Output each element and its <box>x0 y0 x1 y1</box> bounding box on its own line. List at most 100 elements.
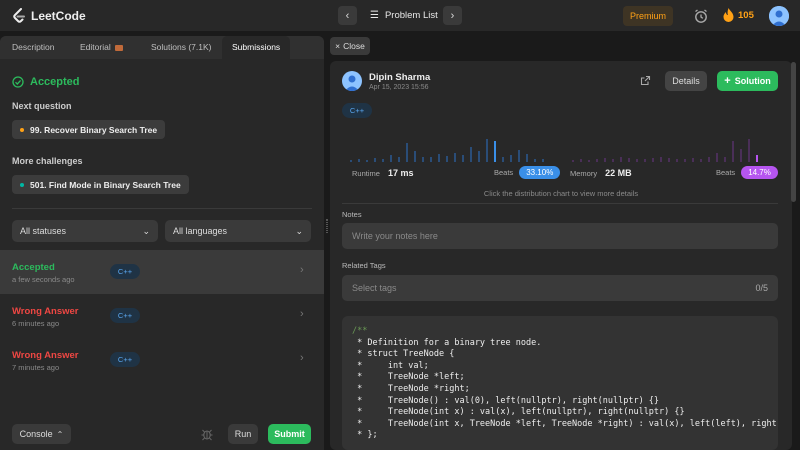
next-question-button[interactable]: 99. Recover Binary Search Tree <box>12 120 166 139</box>
streak-count: 105 <box>738 9 754 21</box>
check-circle-icon <box>12 76 24 88</box>
memory-beats-badge: 14.7% <box>741 166 778 179</box>
status-filter-dropdown[interactable]: All statuses ⌄ <box>12 220 158 242</box>
user-avatar[interactable] <box>769 6 789 26</box>
accepted-label: Accepted <box>30 76 80 88</box>
distribution-chart[interactable] <box>350 127 770 163</box>
chevron-down-icon: ⌄ <box>295 225 303 236</box>
post-solution-button[interactable]: + Solution <box>717 71 778 91</box>
tags-input[interactable]: Select tags 0/5 <box>342 275 778 301</box>
difficulty-dot <box>20 182 24 187</box>
runtime-value: 17 ms <box>387 168 414 178</box>
runtime-beats: Beats 33.10% <box>494 166 561 179</box>
divider <box>12 208 312 209</box>
more-challenge-title: 501. Find Mode in Binary Search Tree <box>30 179 181 190</box>
drag-handle-icon <box>326 219 328 233</box>
tags-count: 0/5 <box>755 283 768 293</box>
more-challenges-heading: More challenges <box>12 156 83 166</box>
alarm-clock-icon[interactable] <box>693 8 709 24</box>
more-challenge-button[interactable]: 501. Find Mode in Binary Search Tree <box>12 175 189 194</box>
video-icon <box>114 44 123 51</box>
memory-label: Memory <box>570 169 598 178</box>
notes-input[interactable]: Write your notes here <box>342 223 778 249</box>
logo[interactable]: LeetCode <box>12 8 86 24</box>
tab-description[interactable]: Description <box>12 36 55 59</box>
code-line: * }; <box>352 430 378 441</box>
language-filter-value: All languages <box>173 226 228 236</box>
chevron-up-icon: ⌃ <box>56 429 64 439</box>
submission-time: 6 minutes ago <box>12 319 60 328</box>
memory-beats-label: Beats <box>716 168 736 177</box>
code-line: * TreeNode() : val(0), left(nullptr), ri… <box>352 395 660 406</box>
code-line: * TreeNode(int x) : val(x), left(nullptr… <box>352 407 685 418</box>
memory-value: 22 MB <box>605 168 632 178</box>
difficulty-dot <box>20 127 24 132</box>
accepted-status: Accepted <box>12 76 80 88</box>
submission-status: Accepted <box>12 262 55 273</box>
detail-tab-bar: × Close <box>330 36 800 57</box>
submission-date: Apr 15, 2023 15:56 <box>369 84 429 91</box>
memory-distribution-bars <box>572 139 758 162</box>
scrollbar[interactable] <box>791 62 796 202</box>
runtime-distribution-bars <box>350 139 544 162</box>
close-label: Close <box>343 41 365 51</box>
code-line: * TreeNode(int x, TreeNode *left, TreeNo… <box>352 418 778 429</box>
chevron-left-icon: ‹ <box>345 9 350 22</box>
next-question-heading: Next question <box>12 101 72 111</box>
premium-button[interactable]: Premium <box>623 6 673 26</box>
code-viewer[interactable]: /** * Definition for a binary tree node.… <box>342 316 778 450</box>
fire-icon <box>723 8 734 22</box>
language-badge: C++ <box>110 308 140 323</box>
debug-icon[interactable] <box>200 427 214 441</box>
share-icon[interactable] <box>640 75 651 86</box>
console-button[interactable]: Console ⌃ <box>12 424 71 444</box>
submit-button[interactable]: Submit <box>268 424 311 444</box>
chevron-right-icon: › <box>450 9 455 22</box>
language-filter-dropdown[interactable]: All languages ⌄ <box>165 220 311 242</box>
chevron-right-icon: › <box>300 308 304 320</box>
runtime-stat: Runtime 17 ms <box>352 168 413 178</box>
submission-status: Wrong Answer <box>12 350 79 361</box>
memory-beats: Beats 14.7% <box>716 166 778 179</box>
left-panel: Description Editorial Solutions (7.1K) S… <box>0 36 324 450</box>
run-button[interactable]: Run <box>228 424 258 444</box>
tab-editorial-label: Editorial <box>80 42 111 52</box>
details-button[interactable]: Details <box>665 71 707 91</box>
author-name[interactable]: Dipin Sharma <box>369 72 430 83</box>
close-icon: × <box>335 41 341 51</box>
streak-counter[interactable]: 105 <box>723 8 754 22</box>
language-badge: C++ <box>110 264 140 279</box>
tab-bar: Description Editorial Solutions (7.1K) S… <box>0 36 324 59</box>
code-line: /** <box>352 326 368 336</box>
submission-time: 7 minutes ago <box>12 363 60 372</box>
next-problem-button[interactable]: › <box>443 6 462 25</box>
right-panel: × Close Dipin Sharma Apr 15, 2023 15:56 … <box>330 36 800 450</box>
submission-row[interactable]: Accepted a few seconds ago C++ › <box>0 250 324 294</box>
language-badge: C++ <box>110 352 140 367</box>
tab-editorial[interactable]: Editorial <box>80 36 123 59</box>
runtime-label: Runtime <box>352 169 380 178</box>
runtime-beats-label: Beats <box>494 168 514 177</box>
code-line: * TreeNode *right; <box>352 383 470 394</box>
leetcode-logo-icon <box>13 8 25 23</box>
divider <box>342 203 778 204</box>
close-tab-button[interactable]: × Close <box>330 37 370 55</box>
solution-label: Solution <box>734 76 771 86</box>
submission-row[interactable]: Wrong Answer 6 minutes ago C++ › <box>0 294 324 338</box>
chevron-right-icon: › <box>300 352 304 364</box>
code-line: * TreeNode *left; <box>352 372 465 383</box>
tab-submissions[interactable]: Submissions <box>222 36 291 59</box>
submission-status: Wrong Answer <box>12 306 79 317</box>
tab-solutions[interactable]: Solutions (7.1K) <box>151 36 211 59</box>
chevron-right-icon: › <box>300 264 304 276</box>
notes-label: Notes <box>342 210 362 219</box>
logo-text: LeetCode <box>31 9 86 23</box>
submission-row[interactable]: Wrong Answer 7 minutes ago C++ › <box>0 338 324 382</box>
list-icon: ☰ <box>370 10 379 21</box>
prev-problem-button[interactable]: ‹ <box>338 6 357 25</box>
author-avatar[interactable] <box>342 71 362 91</box>
problem-list-button[interactable]: ☰ Problem List <box>370 10 438 21</box>
code-line: * struct TreeNode { <box>352 349 455 360</box>
related-tags-label: Related Tags <box>342 261 386 270</box>
runtime-beats-badge: 33.10% <box>519 166 561 179</box>
